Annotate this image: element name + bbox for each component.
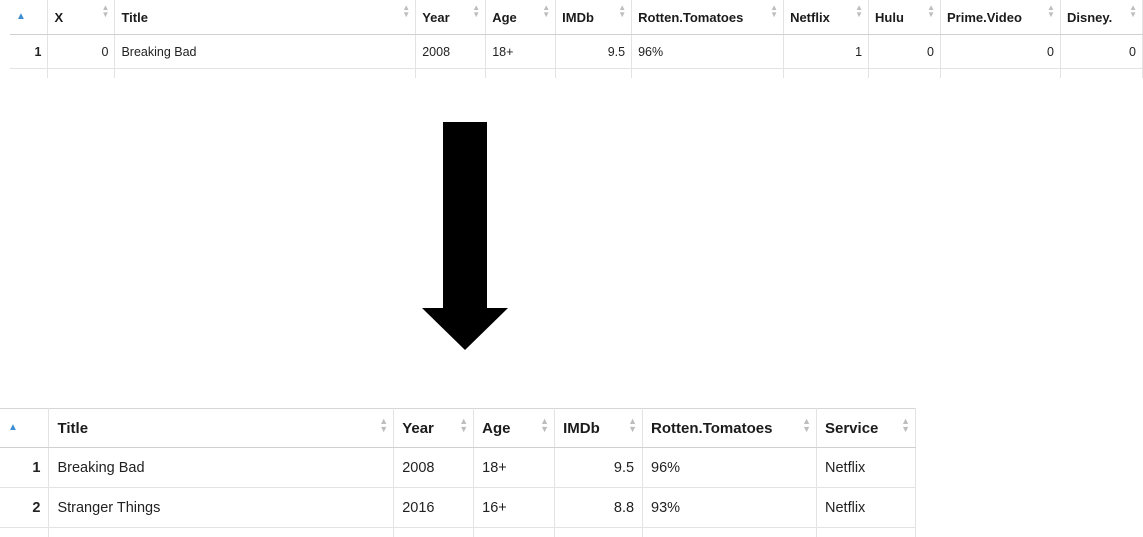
column-header-label: Title — [121, 9, 148, 25]
cell-prime-video: 0 — [940, 34, 1061, 69]
header-row: ▲ X ▲ ▼ Title ▲ ▼ Year ▲ ▼ Age ▲ ▼ IMDb … — [10, 0, 1143, 35]
column-header-age[interactable]: Age ▲ ▼ — [473, 408, 556, 448]
column-header-x[interactable]: X ▲ ▼ — [47, 0, 116, 35]
cell-netflix: 1 — [783, 34, 870, 69]
column-header-imdb[interactable]: IMDb ▲ ▼ — [554, 408, 644, 448]
source-data-viewer: ▲ X ▲ ▼ Title ▲ ▼ Year ▲ ▼ Age ▲ ▼ IMDb … — [10, 0, 1143, 78]
row-number: 1 — [0, 447, 50, 488]
cell-rotten-tomatoes: 96% — [642, 447, 817, 488]
table-row-partial — [0, 527, 916, 537]
column-header-label: IMDb — [563, 419, 600, 437]
cell-year: 2016 — [393, 487, 475, 528]
sort-both-icon: ▲ ▼ — [1129, 3, 1137, 19]
column-header-label: Netflix — [790, 9, 830, 25]
cell-rotten-tomatoes: 93% — [642, 487, 817, 528]
sort-both-icon: ▲ ▼ — [540, 416, 550, 434]
column-header-year[interactable]: Year ▲ ▼ — [393, 408, 475, 448]
column-header-label: IMDb — [562, 9, 594, 25]
column-header-hulu[interactable]: Hulu ▲ ▼ — [868, 0, 941, 35]
sort-both-icon: ▲ ▼ — [542, 3, 551, 19]
cell-hulu: 0 — [868, 34, 941, 69]
column-header-imdb[interactable]: IMDb ▲ ▼ — [555, 0, 633, 35]
column-header-label: X — [54, 9, 64, 25]
sort-both-icon: ▲ ▼ — [927, 3, 935, 19]
column-header-label: Age — [492, 9, 517, 25]
cell-age: 16+ — [473, 487, 556, 528]
cell-disney: 0 — [1060, 34, 1143, 69]
column-header-label: Prime.Video — [947, 9, 1022, 25]
cell-age: 18+ — [473, 447, 556, 488]
sort-both-icon: ▲ ▼ — [1047, 3, 1055, 19]
column-header-disney[interactable]: Disney. ▲ ▼ — [1060, 0, 1143, 35]
row-number: 2 — [0, 487, 50, 528]
row-index-header[interactable]: ▲ — [0, 408, 50, 448]
cell-service: Netflix — [816, 487, 916, 528]
row-index-header[interactable]: ▲ — [10, 0, 49, 35]
column-header-year[interactable]: Year ▲ ▼ — [415, 0, 487, 35]
sort-both-icon: ▲ ▼ — [770, 3, 779, 19]
column-header-label: Title — [57, 419, 89, 437]
cell-rotten-tomatoes: 96% — [631, 34, 785, 69]
column-header-label: Rotten.Tomatoes — [651, 419, 773, 437]
sort-both-icon: ▲ ▼ — [101, 3, 110, 19]
sort-ascending-icon: ▲ — [8, 421, 18, 433]
cell-x: 0 — [47, 34, 116, 69]
column-header-title[interactable]: Title ▲ ▼ — [48, 408, 395, 448]
column-header-service[interactable]: Service ▲ ▼ — [816, 408, 916, 448]
cell-age: 18+ — [485, 34, 557, 69]
sort-both-icon: ▲ ▼ — [472, 3, 481, 19]
cell-title: Stranger Things — [48, 487, 395, 528]
column-header-label: Year — [402, 419, 434, 437]
result-data-table: ▲ Title ▲ ▼ Year ▲ ▼ Age ▲ ▼ IMDb ▲ ▼ Ro… — [0, 408, 916, 537]
sort-both-icon: ▲ ▼ — [628, 416, 638, 434]
sort-both-icon: ▲ ▼ — [402, 3, 411, 19]
cell-title: Breaking Bad — [48, 447, 395, 488]
down-arrow-icon — [422, 122, 508, 350]
column-header-rotten-tomatoes[interactable]: Rotten.Tomatoes ▲ ▼ — [642, 408, 817, 448]
column-header-rotten-tomatoes[interactable]: Rotten.Tomatoes ▲ ▼ — [631, 0, 785, 35]
column-header-label: Rotten.Tomatoes — [638, 9, 744, 25]
column-header-netflix[interactable]: Netflix ▲ ▼ — [783, 0, 870, 35]
sort-both-icon: ▲ ▼ — [802, 416, 811, 434]
table-row: 1 0 Breaking Bad 2008 18+ 9.5 96% 1 0 0 … — [10, 34, 1143, 69]
sort-both-icon: ▲ ▼ — [855, 3, 864, 19]
sort-both-icon: ▲ ▼ — [459, 416, 469, 434]
column-header-label: Service — [825, 419, 879, 437]
result-data-viewer: ▲ Title ▲ ▼ Year ▲ ▼ Age ▲ ▼ IMDb ▲ ▼ Ro… — [0, 408, 916, 537]
cell-imdb: 9.5 — [555, 34, 633, 69]
cell-year: 2008 — [393, 447, 475, 488]
column-header-label: Disney. — [1066, 9, 1113, 25]
cell-title: Breaking Bad — [114, 34, 417, 69]
column-header-label: Year — [422, 9, 450, 25]
sort-both-icon: ▲ ▼ — [379, 416, 389, 434]
sort-both-icon: ▲ ▼ — [901, 416, 910, 434]
header-row: ▲ Title ▲ ▼ Year ▲ ▼ Age ▲ ▼ IMDb ▲ ▼ Ro… — [0, 408, 916, 448]
row-number: 1 — [10, 34, 49, 69]
column-header-label: Hulu — [875, 9, 904, 25]
table-row: 1 Breaking Bad 2008 18+ 9.5 96% Netflix — [0, 447, 916, 488]
column-header-title[interactable]: Title ▲ ▼ — [114, 0, 417, 35]
cell-imdb: 8.8 — [554, 487, 644, 528]
sort-both-icon: ▲ ▼ — [618, 3, 627, 19]
column-header-prime-video[interactable]: Prime.Video ▲ ▼ — [940, 0, 1061, 35]
table-row: 2 Stranger Things 2016 16+ 8.8 93% Netfl… — [0, 487, 916, 528]
sort-ascending-icon: ▲ — [16, 10, 26, 22]
cell-imdb: 9.5 — [554, 447, 644, 488]
column-header-label: Age — [482, 419, 511, 437]
column-header-age[interactable]: Age ▲ ▼ — [485, 0, 557, 35]
table-row-partial — [10, 68, 1143, 78]
source-data-table: ▲ X ▲ ▼ Title ▲ ▼ Year ▲ ▼ Age ▲ ▼ IMDb … — [10, 0, 1143, 78]
cell-year: 2008 — [415, 34, 487, 69]
cell-service: Netflix — [816, 447, 916, 488]
